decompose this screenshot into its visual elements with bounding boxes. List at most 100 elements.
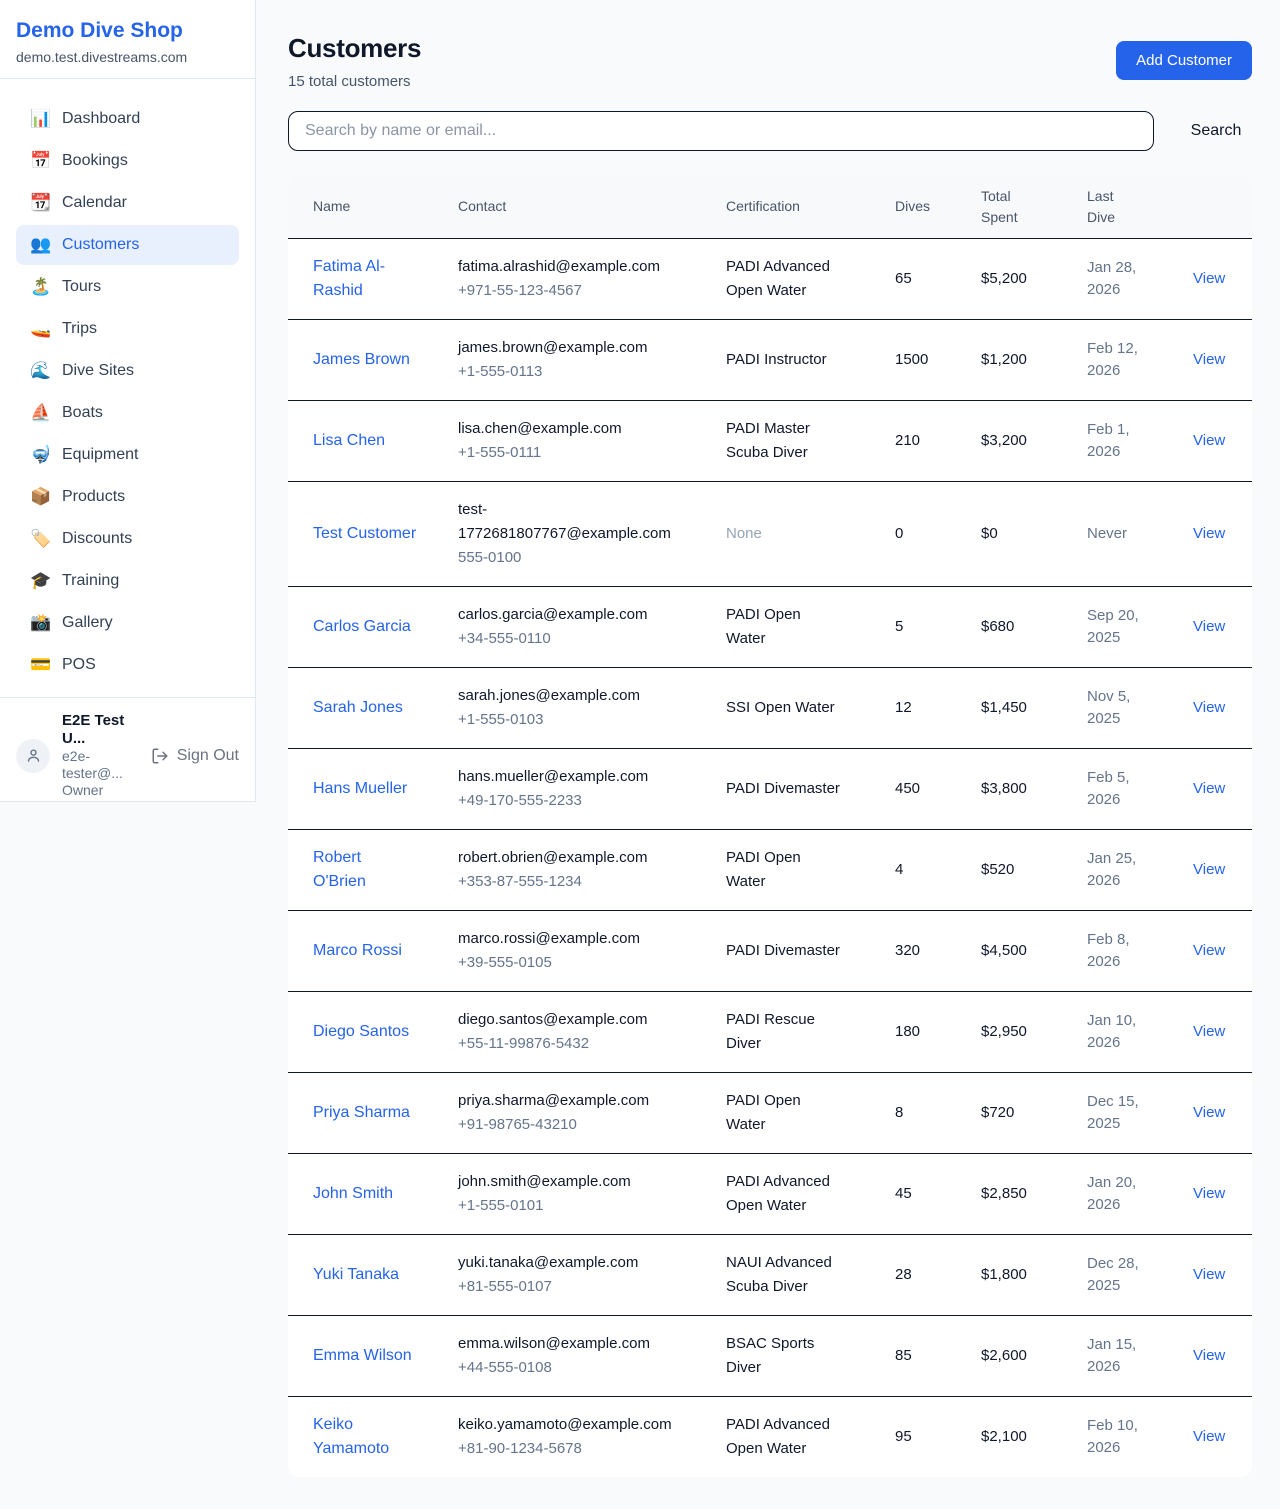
view-customer-link[interactable]: View <box>1193 351 1225 368</box>
customer-phone: +91-98765-43210 <box>458 1113 710 1137</box>
view-customer-link[interactable]: View <box>1193 525 1225 542</box>
table-row: Lisa Chen lisa.chen@example.com +1-555-0… <box>288 400 1252 481</box>
customer-certification: PADI Divemaster <box>726 939 840 963</box>
customer-name-link[interactable]: Diego Santos <box>313 1020 409 1044</box>
search-button[interactable]: Search <box>1180 122 1252 140</box>
view-customer-link[interactable]: View <box>1193 1266 1225 1283</box>
sign-out-label: Sign Out <box>177 747 239 765</box>
customer-email: emma.wilson@example.com <box>458 1332 690 1356</box>
customer-total-spent: $5,200 <box>981 251 1087 307</box>
customer-email: priya.sharma@example.com <box>458 1089 690 1113</box>
customer-certification: PADI Advanced Open Water <box>726 1413 844 1461</box>
customer-name-link[interactable]: Carlos Garcia <box>313 615 411 639</box>
customer-last-dive: Feb 5, 2026 <box>1087 767 1151 811</box>
view-customer-link[interactable]: View <box>1193 699 1225 716</box>
title-block: Customers 15 total customers <box>288 33 421 90</box>
customer-phone: 555-0100 <box>458 546 710 570</box>
customer-phone: +34-555-0110 <box>458 627 710 651</box>
dashboard-icon: 📊 <box>30 107 50 131</box>
customer-total-spent: $1,450 <box>981 680 1087 736</box>
sidebar-item-products[interactable]: 📦 Products <box>16 477 239 517</box>
sidebar-item-calendar[interactable]: 📆 Calendar <box>16 183 239 223</box>
customer-email: diego.santos@example.com <box>458 1008 690 1032</box>
view-customer-link[interactable]: View <box>1193 780 1225 797</box>
view-customer-link[interactable]: View <box>1193 942 1225 959</box>
customer-phone: +39-555-0105 <box>458 951 710 975</box>
sidebar-item-dashboard[interactable]: 📊 Dashboard <box>16 99 239 139</box>
table-row: James Brown james.brown@example.com +1-5… <box>288 319 1252 400</box>
customer-email: test-1772681807767@example.com <box>458 498 690 546</box>
customer-email: john.smith@example.com <box>458 1170 690 1194</box>
view-customer-link[interactable]: View <box>1193 270 1225 287</box>
customer-certification: PADI Open Water <box>726 603 844 651</box>
customer-name-link[interactable]: Yuki Tanaka <box>313 1263 399 1287</box>
sidebar-item-gallery[interactable]: 📸 Gallery <box>16 603 239 643</box>
customer-phone: +1-555-0113 <box>458 360 710 384</box>
sign-out-button[interactable]: Sign Out <box>151 747 239 765</box>
user-name: E2E Test U... <box>62 712 139 748</box>
view-customer-link[interactable]: View <box>1193 861 1225 878</box>
customer-last-dive: Dec 28, 2025 <box>1087 1253 1151 1297</box>
customer-total-spent: $2,950 <box>981 1004 1087 1060</box>
customer-email: carlos.garcia@example.com <box>458 603 690 627</box>
customer-name-link[interactable]: Marco Rossi <box>313 939 402 963</box>
sidebar-item-boats[interactable]: ⛵ Boats <box>16 393 239 433</box>
customer-last-dive: Never <box>1087 523 1127 545</box>
table-row: John Smith john.smith@example.com +1-555… <box>288 1153 1252 1234</box>
bookings-icon: 📅 <box>30 149 50 173</box>
customer-count: 15 total customers <box>288 73 421 90</box>
main-content: Customers 15 total customers Add Custome… <box>256 0 1280 1509</box>
customer-name-link[interactable]: Fatima Al-Rashid <box>313 255 417 303</box>
customer-last-dive: Sep 20, 2025 <box>1087 605 1151 649</box>
sidebar-item-tours[interactable]: 🏝️ Tours <box>16 267 239 307</box>
view-customer-link[interactable]: View <box>1193 1428 1225 1445</box>
sidebar-item-equipment[interactable]: 🤿 Equipment <box>16 435 239 475</box>
sidebar-item-pos[interactable]: 💳 POS <box>16 645 239 685</box>
view-customer-link[interactable]: View <box>1193 1104 1225 1121</box>
customer-dives: 210 <box>895 413 981 469</box>
search-row: Search <box>288 111 1252 151</box>
sidebar-item-customers[interactable]: 👥 Customers <box>16 225 239 265</box>
add-customer-button[interactable]: Add Customer <box>1116 41 1252 80</box>
customer-last-dive: Jan 28, 2026 <box>1087 257 1151 301</box>
view-customer-link[interactable]: View <box>1193 1023 1225 1040</box>
customer-name-link[interactable]: Sarah Jones <box>313 696 403 720</box>
search-input[interactable] <box>288 111 1154 151</box>
customer-total-spent: $1,800 <box>981 1247 1087 1303</box>
user-info: E2E Test U... e2e-tester@... Owner <box>62 712 139 799</box>
customer-name-link[interactable]: Emma Wilson <box>313 1344 412 1368</box>
sidebar: Demo Dive Shop demo.test.divestreams.com… <box>0 0 256 802</box>
column-header: Contact <box>458 186 726 227</box>
view-customer-link[interactable]: View <box>1193 432 1225 449</box>
customer-name-link[interactable]: John Smith <box>313 1182 393 1206</box>
customer-phone: +353-87-555-1234 <box>458 870 710 894</box>
sidebar-item-bookings[interactable]: 📅 Bookings <box>16 141 239 181</box>
customer-name-link[interactable]: Keiko Yamamoto <box>313 1413 417 1461</box>
view-customer-link[interactable]: View <box>1193 618 1225 635</box>
customer-dives: 28 <box>895 1247 981 1303</box>
customer-total-spent: $720 <box>981 1085 1087 1141</box>
table-row: Fatima Al-Rashid fatima.alrashid@example… <box>288 238 1252 319</box>
table-row: Priya Sharma priya.sharma@example.com +9… <box>288 1072 1252 1153</box>
customer-name-link[interactable]: James Brown <box>313 348 410 372</box>
sidebar-item-discounts[interactable]: 🏷️ Discounts <box>16 519 239 559</box>
customer-name-link[interactable]: Test Customer <box>313 522 416 546</box>
customer-name-link[interactable]: Priya Sharma <box>313 1101 410 1125</box>
pos-icon: 💳 <box>30 653 50 677</box>
customer-name-link[interactable]: Robert O'Brien <box>313 846 417 894</box>
sidebar-item-training[interactable]: 🎓 Training <box>16 561 239 601</box>
view-customer-link[interactable]: View <box>1193 1185 1225 1202</box>
view-customer-link[interactable]: View <box>1193 1347 1225 1364</box>
sidebar-item-dive-sites[interactable]: 🌊 Dive Sites <box>16 351 239 391</box>
customer-certification: None <box>726 522 762 546</box>
customer-name-link[interactable]: Lisa Chen <box>313 429 385 453</box>
customer-dives: 95 <box>895 1409 981 1465</box>
shop-domain: demo.test.divestreams.com <box>16 49 239 65</box>
avatar <box>16 739 50 773</box>
sidebar-item-trips[interactable]: 🚤 Trips <box>16 309 239 349</box>
customer-name-link[interactable]: Hans Mueller <box>313 777 407 801</box>
table-header-row: NameContactCertificationDivesTotal Spent… <box>288 175 1252 238</box>
person-icon <box>25 747 42 764</box>
table-row: Test Customer test-1772681807767@example… <box>288 481 1252 586</box>
customer-certification: NAUI Advanced Scuba Diver <box>726 1251 844 1299</box>
